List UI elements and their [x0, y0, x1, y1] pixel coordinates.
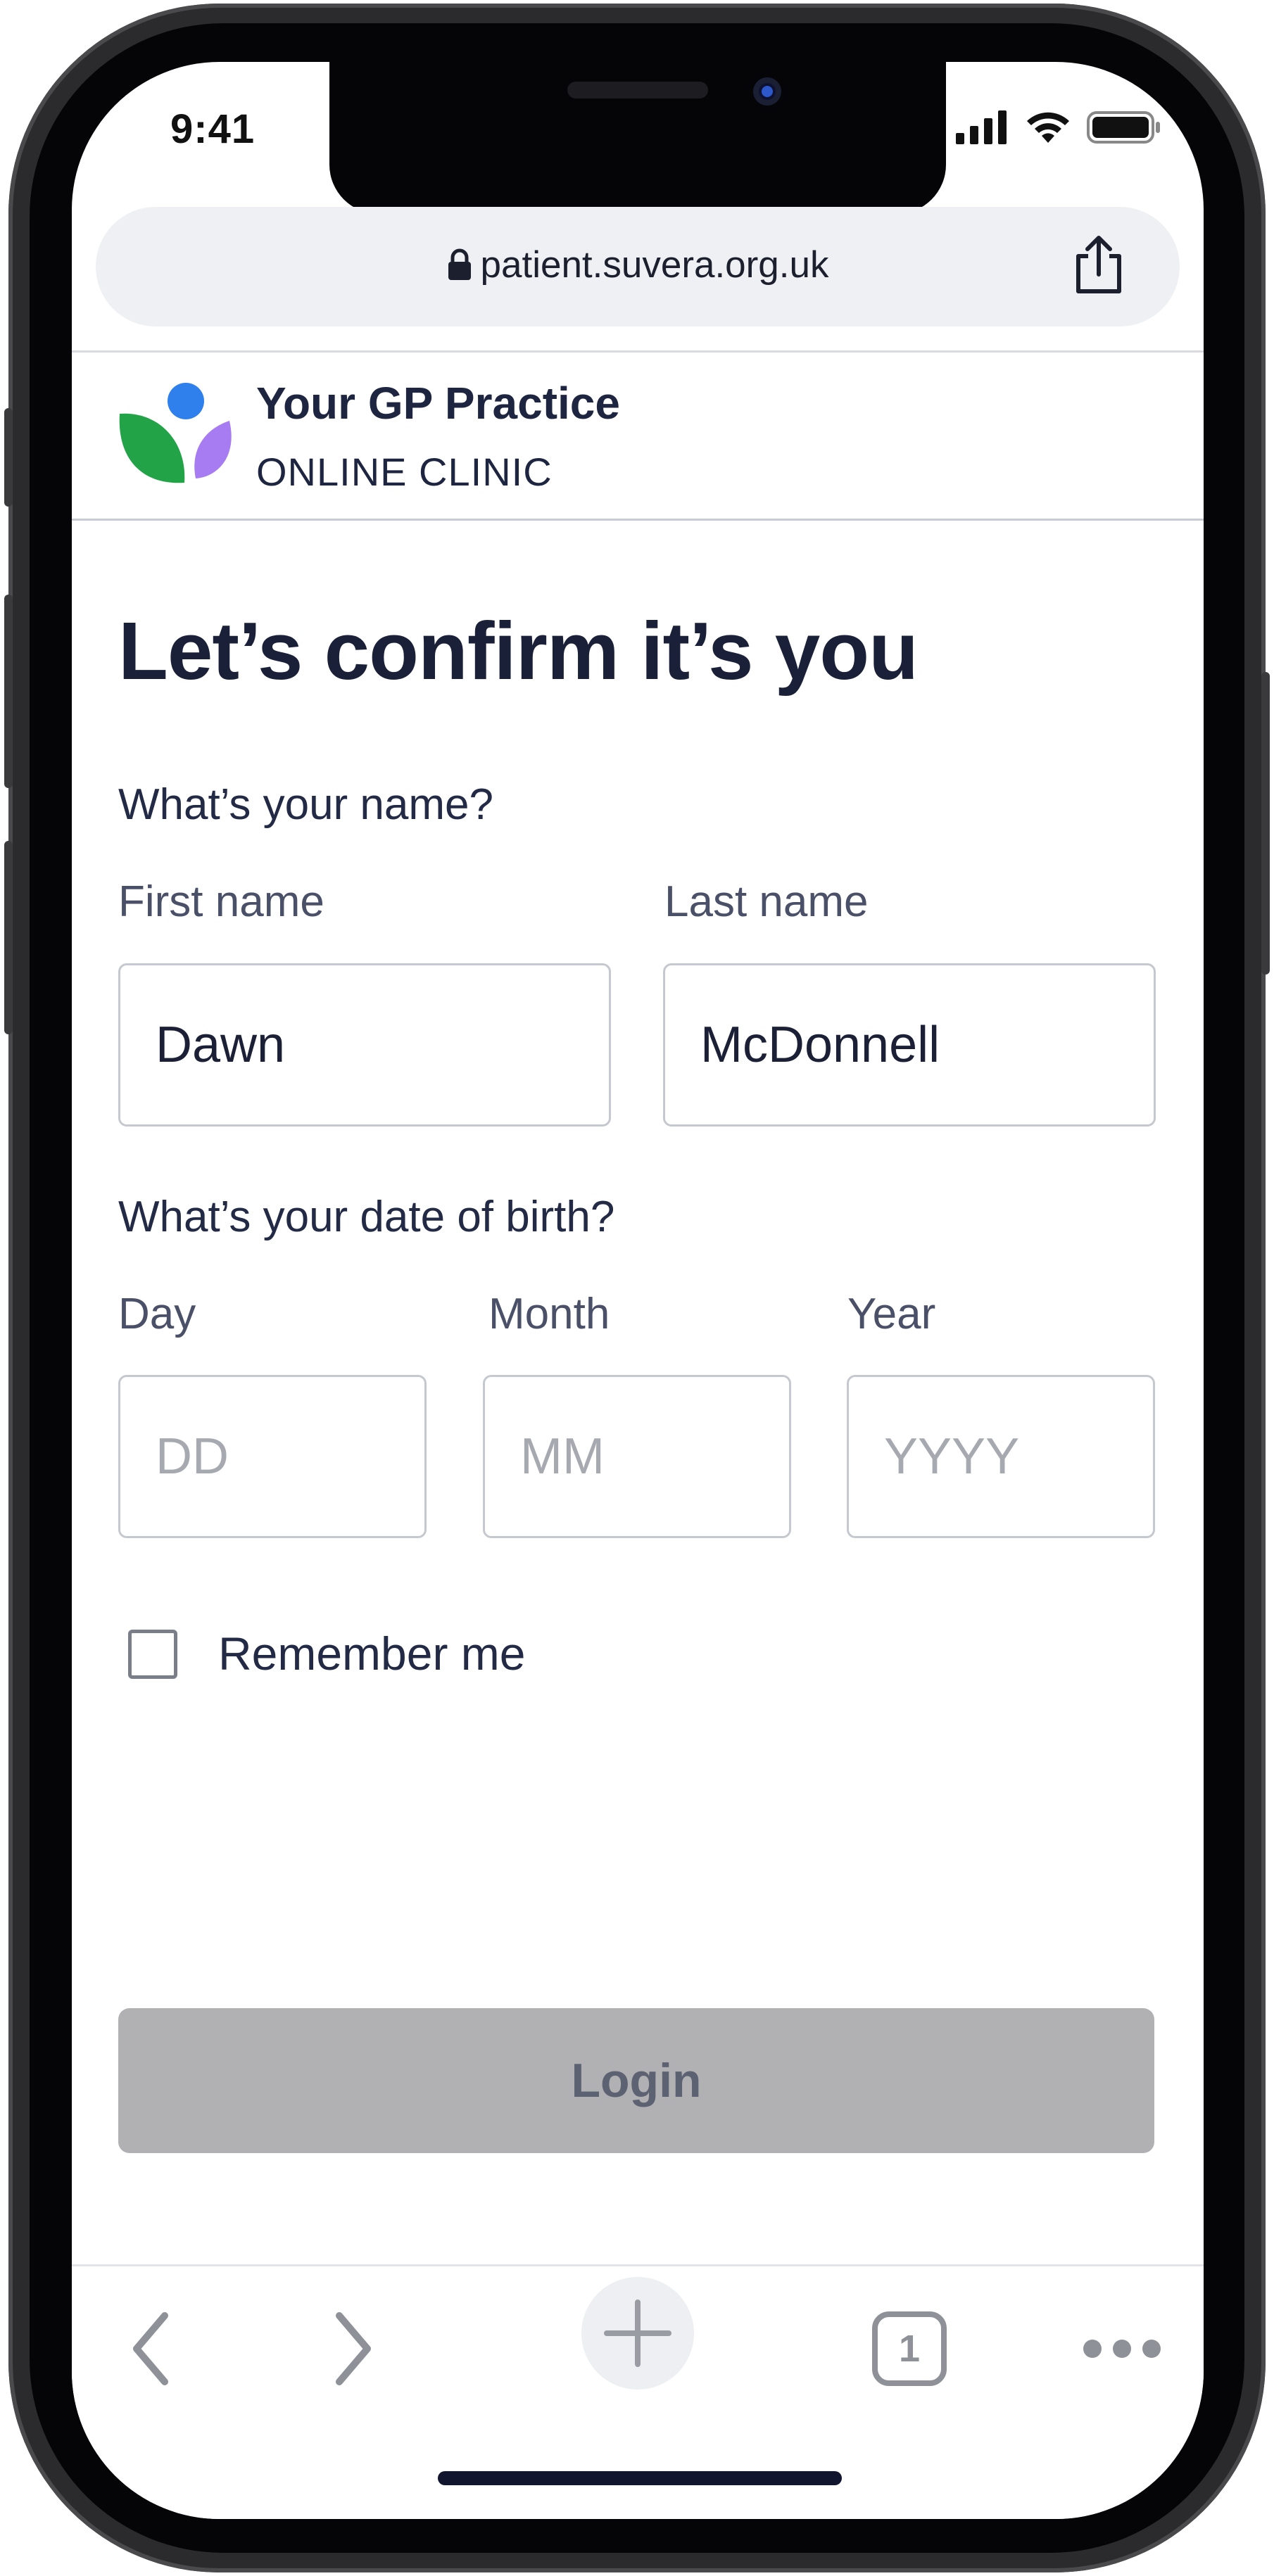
- month-field[interactable]: [483, 1375, 791, 1538]
- lock-icon: [448, 248, 471, 280]
- day-field[interactable]: [118, 1375, 427, 1538]
- home-indicator[interactable]: [438, 2471, 842, 2485]
- practice-name: Your GP Practice: [256, 378, 620, 429]
- first-name-input[interactable]: [120, 965, 609, 1124]
- screen: 9:41 patient.suvera.org.uk Your GP Pract…: [72, 62, 1204, 2519]
- toolbar-divider: [72, 2264, 1204, 2266]
- name-question: What’s your name?: [118, 780, 493, 829]
- year-label: Year: [847, 1290, 936, 1338]
- power-button: [1261, 672, 1270, 975]
- month-label: Month: [488, 1290, 610, 1338]
- new-tab-button[interactable]: [581, 2277, 694, 2390]
- forward-icon: [336, 2312, 371, 2385]
- remember-me-checkbox[interactable]: [128, 1630, 177, 1679]
- share-icon[interactable]: [1068, 235, 1129, 296]
- year-input[interactable]: [849, 1377, 1153, 1536]
- speaker-grille: [567, 82, 708, 99]
- month-input[interactable]: [485, 1377, 789, 1536]
- url-text: patient.suvera.org.uk: [480, 244, 829, 286]
- signal-icon: [956, 110, 1007, 144]
- first-name-label: First name: [118, 877, 324, 926]
- camera-icon: [753, 77, 781, 106]
- address-bar-divider: [72, 350, 1204, 353]
- battery-icon: [1087, 111, 1160, 144]
- login-button[interactable]: Login: [118, 2008, 1154, 2153]
- dob-question: What’s your date of birth?: [118, 1193, 615, 1241]
- last-name-label: Last name: [664, 877, 869, 926]
- year-field[interactable]: [847, 1375, 1155, 1538]
- first-name-field[interactable]: [118, 963, 611, 1127]
- page-title: Let’s confirm it’s you: [118, 605, 919, 697]
- remember-me-label[interactable]: Remember me: [218, 1627, 525, 1680]
- back-button[interactable]: [96, 2292, 208, 2405]
- practice-subtitle: ONLINE CLINIC: [256, 450, 553, 494]
- tabs-button[interactable]: 1: [853, 2292, 966, 2405]
- more-icon: [1083, 2340, 1161, 2358]
- logo-purple-leaf: [194, 421, 232, 478]
- wifi-icon: [1027, 112, 1069, 143]
- logo-blue-dot: [168, 383, 204, 419]
- header-divider: [72, 519, 1204, 521]
- logo-green-leaf: [119, 413, 185, 483]
- address-bar[interactable]: patient.suvera.org.uk: [96, 207, 1180, 326]
- tab-count: 1: [898, 2328, 921, 2370]
- more-button[interactable]: [1066, 2292, 1178, 2405]
- notch: [329, 62, 946, 214]
- day-label: Day: [118, 1290, 196, 1338]
- url-display[interactable]: patient.suvera.org.uk: [96, 243, 1180, 286]
- last-name-input[interactable]: [665, 965, 1154, 1124]
- status-icons: [956, 110, 1161, 145]
- day-input[interactable]: [120, 1377, 424, 1536]
- status-time: 9:41: [170, 106, 256, 152]
- last-name-field[interactable]: [663, 963, 1156, 1127]
- back-icon: [133, 2312, 168, 2385]
- volume-up-button: [4, 595, 13, 788]
- volume-down-button: [4, 841, 13, 1034]
- practice-logo: [119, 383, 232, 483]
- forward-button[interactable]: [296, 2292, 408, 2405]
- mute-switch: [4, 408, 13, 507]
- new-tab-icon: [604, 2299, 671, 2367]
